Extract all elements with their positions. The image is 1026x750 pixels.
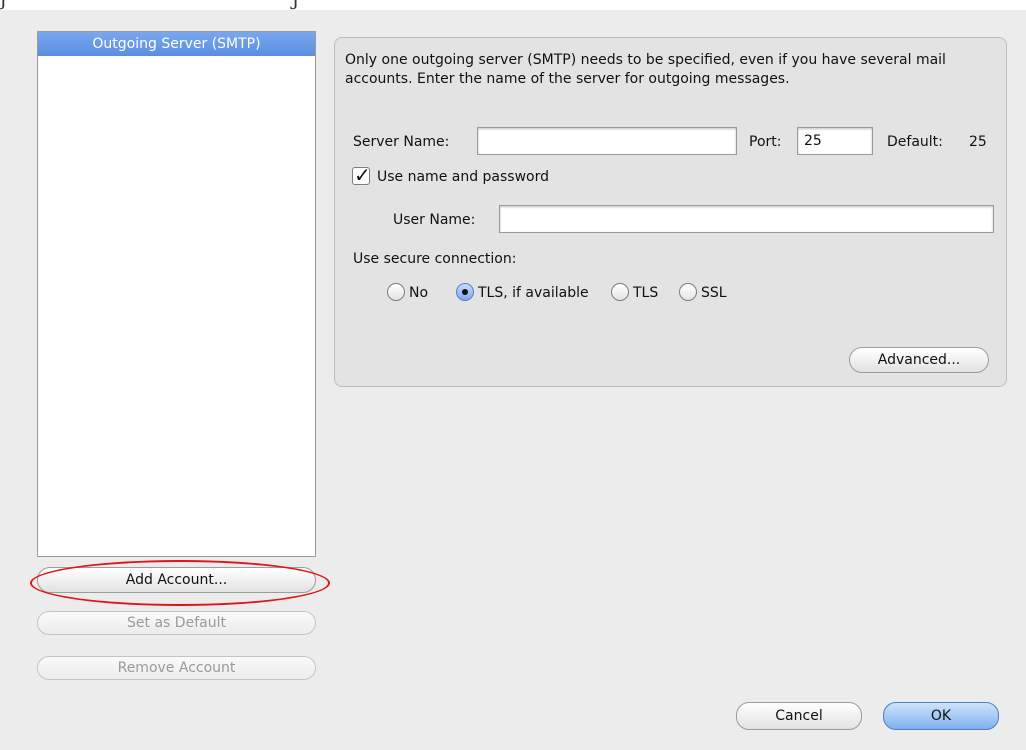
secure-tls-radio[interactable] [611,283,629,301]
secure-tls-if-available-label: TLS, if available [478,285,589,301]
port-field[interactable]: 25 [797,127,873,155]
accounts-list[interactable]: Outgoing Server (SMTP) [37,31,316,557]
default-port-label: Default: [887,134,943,150]
secure-tls-if-available-radio[interactable] [456,283,474,301]
server-name-label: Server Name: [353,134,450,150]
default-port-value: 25 [969,134,987,150]
user-name-label: User Name: [393,212,476,228]
radio-selected-dot-icon [462,289,468,295]
add-account-button[interactable]: Add Account... [37,567,316,593]
set-as-default-button[interactable]: Set as Default [37,611,316,635]
smtp-settings-panel: Only one outgoing server (SMTP) needs to… [334,37,1007,387]
secure-no-radio[interactable] [387,283,405,301]
user-name-field[interactable] [499,205,994,233]
port-label: Port: [749,134,782,150]
clipped-text: j j [0,0,299,10]
checkmark-icon: ✓ [354,163,371,187]
secure-no-label: No [409,285,429,301]
secure-ssl-label: SSL [701,285,727,301]
remove-account-button[interactable]: Remove Account [37,656,316,680]
smtp-description: Only one outgoing server (SMTP) needs to… [345,52,946,87]
top-edge-strip: j j [0,0,1026,10]
ok-button[interactable]: OK [883,702,999,730]
secure-tls-label: TLS [633,285,659,301]
account-item-outgoing-server[interactable]: Outgoing Server (SMTP) [38,32,315,56]
advanced-button[interactable]: Advanced... [849,347,989,373]
server-name-field[interactable] [477,127,737,155]
secure-ssl-radio[interactable] [679,283,697,301]
secure-connection-label: Use secure connection: [353,251,517,267]
cancel-button[interactable]: Cancel [736,702,862,730]
use-name-password-checkbox[interactable]: ✓ [352,163,371,187]
use-name-password-label: Use name and password [377,169,550,185]
